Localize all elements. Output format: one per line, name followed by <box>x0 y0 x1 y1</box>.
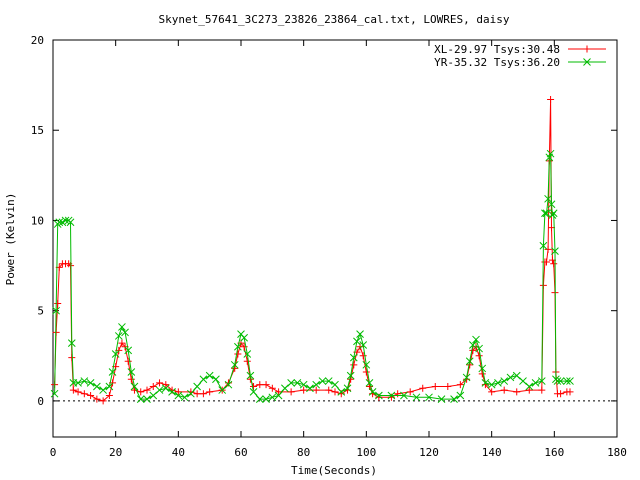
y-tick-label: 15 <box>31 124 44 137</box>
chart-title: Skynet_57641_3C273_23826_23864_cal.txt, … <box>159 13 510 26</box>
data-point <box>193 382 201 391</box>
data-point <box>406 388 414 396</box>
x-tick-label: 80 <box>297 446 310 459</box>
x-tick-label: 20 <box>109 446 122 459</box>
data-point <box>234 350 242 358</box>
y-axis-label: Power (Kelvin) <box>4 193 17 286</box>
x-tick-label: 140 <box>482 446 502 459</box>
data-point <box>506 373 515 382</box>
data-point <box>256 381 264 389</box>
data-point <box>262 381 270 389</box>
data-point <box>306 384 314 393</box>
y-tick-label: 0 <box>37 395 44 408</box>
x-tick-label: 60 <box>234 446 247 459</box>
x-tick-label: 100 <box>356 446 376 459</box>
data-point <box>525 386 533 394</box>
data-point <box>205 371 214 380</box>
data-point <box>512 371 521 380</box>
data-point <box>149 391 158 400</box>
x-tick-label: 160 <box>544 446 564 459</box>
x-axis-ticks: 0 20 40 60 80 100 120 140 160 180 <box>50 40 627 459</box>
x-axis-label: Time(Seconds) <box>291 464 377 477</box>
data-point <box>268 393 277 402</box>
data-point <box>99 386 107 394</box>
data-point <box>557 390 565 398</box>
data-point <box>212 375 220 384</box>
chart: Skynet_57641_3C273_23826_23864_cal.txt, … <box>4 13 627 477</box>
data-point <box>444 382 452 390</box>
data-point <box>143 386 151 394</box>
series-line <box>54 153 570 400</box>
data-point <box>69 386 77 394</box>
data-point <box>356 330 364 338</box>
legend: XL-29.97 Tsys:30.48 YR-35.32 Tsys:36.20 <box>434 43 606 69</box>
data-point <box>331 388 339 396</box>
data-point <box>80 390 88 398</box>
data-point <box>156 379 164 387</box>
data-point <box>124 357 132 365</box>
data-point <box>155 386 164 394</box>
plot-area-frame <box>52 39 618 438</box>
data-point <box>86 379 95 387</box>
data-point <box>275 388 283 396</box>
data-point <box>431 382 439 390</box>
data-point <box>531 379 540 387</box>
data-point <box>193 390 201 398</box>
legend-entry-yr: YR-35.32 Tsys:36.20 <box>434 56 606 69</box>
legend-marker <box>583 45 591 53</box>
data-point <box>500 386 508 394</box>
data-point <box>519 377 527 385</box>
legend-label-yr: YR-35.32 Tsys:36.20 <box>434 56 560 69</box>
data-point <box>149 382 157 390</box>
x-tick-label: 40 <box>172 446 185 459</box>
data-point <box>513 388 521 396</box>
data-point <box>93 395 101 403</box>
legend-label-xl: XL-29.97 Tsys:30.48 <box>434 43 560 56</box>
data-point <box>206 388 214 396</box>
data-point <box>54 299 62 307</box>
x-tick-label: 0 <box>50 446 57 459</box>
y-tick-label: 5 <box>37 305 44 318</box>
data-point <box>287 388 295 396</box>
data-point <box>331 380 339 389</box>
x-tick-label: 120 <box>419 446 439 459</box>
data-point <box>394 390 402 398</box>
data-point <box>538 386 546 394</box>
data-point <box>180 393 189 402</box>
data-point <box>544 245 552 253</box>
data-point <box>487 380 496 389</box>
data-point <box>199 390 207 398</box>
legend-sample-xl <box>568 45 606 53</box>
data-point <box>547 96 555 104</box>
data-point <box>268 384 276 392</box>
series-group <box>50 96 574 405</box>
data-point <box>281 384 289 393</box>
data-point <box>243 357 251 365</box>
legend-entry-xl: XL-29.97 Tsys:30.48 <box>434 43 606 56</box>
y-tick-label: 10 <box>31 214 44 227</box>
data-point <box>494 379 502 387</box>
data-point <box>87 391 95 399</box>
legend-sample-yr <box>568 58 606 66</box>
data-point <box>93 382 101 391</box>
series-yr <box>50 149 574 403</box>
data-point <box>500 377 509 385</box>
data-point <box>475 352 483 360</box>
x-tick-label: 180 <box>607 446 627 459</box>
series-line <box>54 99 570 402</box>
data-point <box>419 384 427 392</box>
data-point <box>199 375 208 384</box>
data-point <box>80 377 89 385</box>
data-point <box>362 368 370 376</box>
data-point <box>350 361 358 369</box>
y-tick-label: 20 <box>31 34 44 47</box>
data-point <box>543 258 550 266</box>
data-point <box>566 388 574 396</box>
data-point <box>550 260 558 268</box>
data-point <box>74 388 82 396</box>
data-point <box>325 386 333 394</box>
data-point <box>456 391 465 400</box>
